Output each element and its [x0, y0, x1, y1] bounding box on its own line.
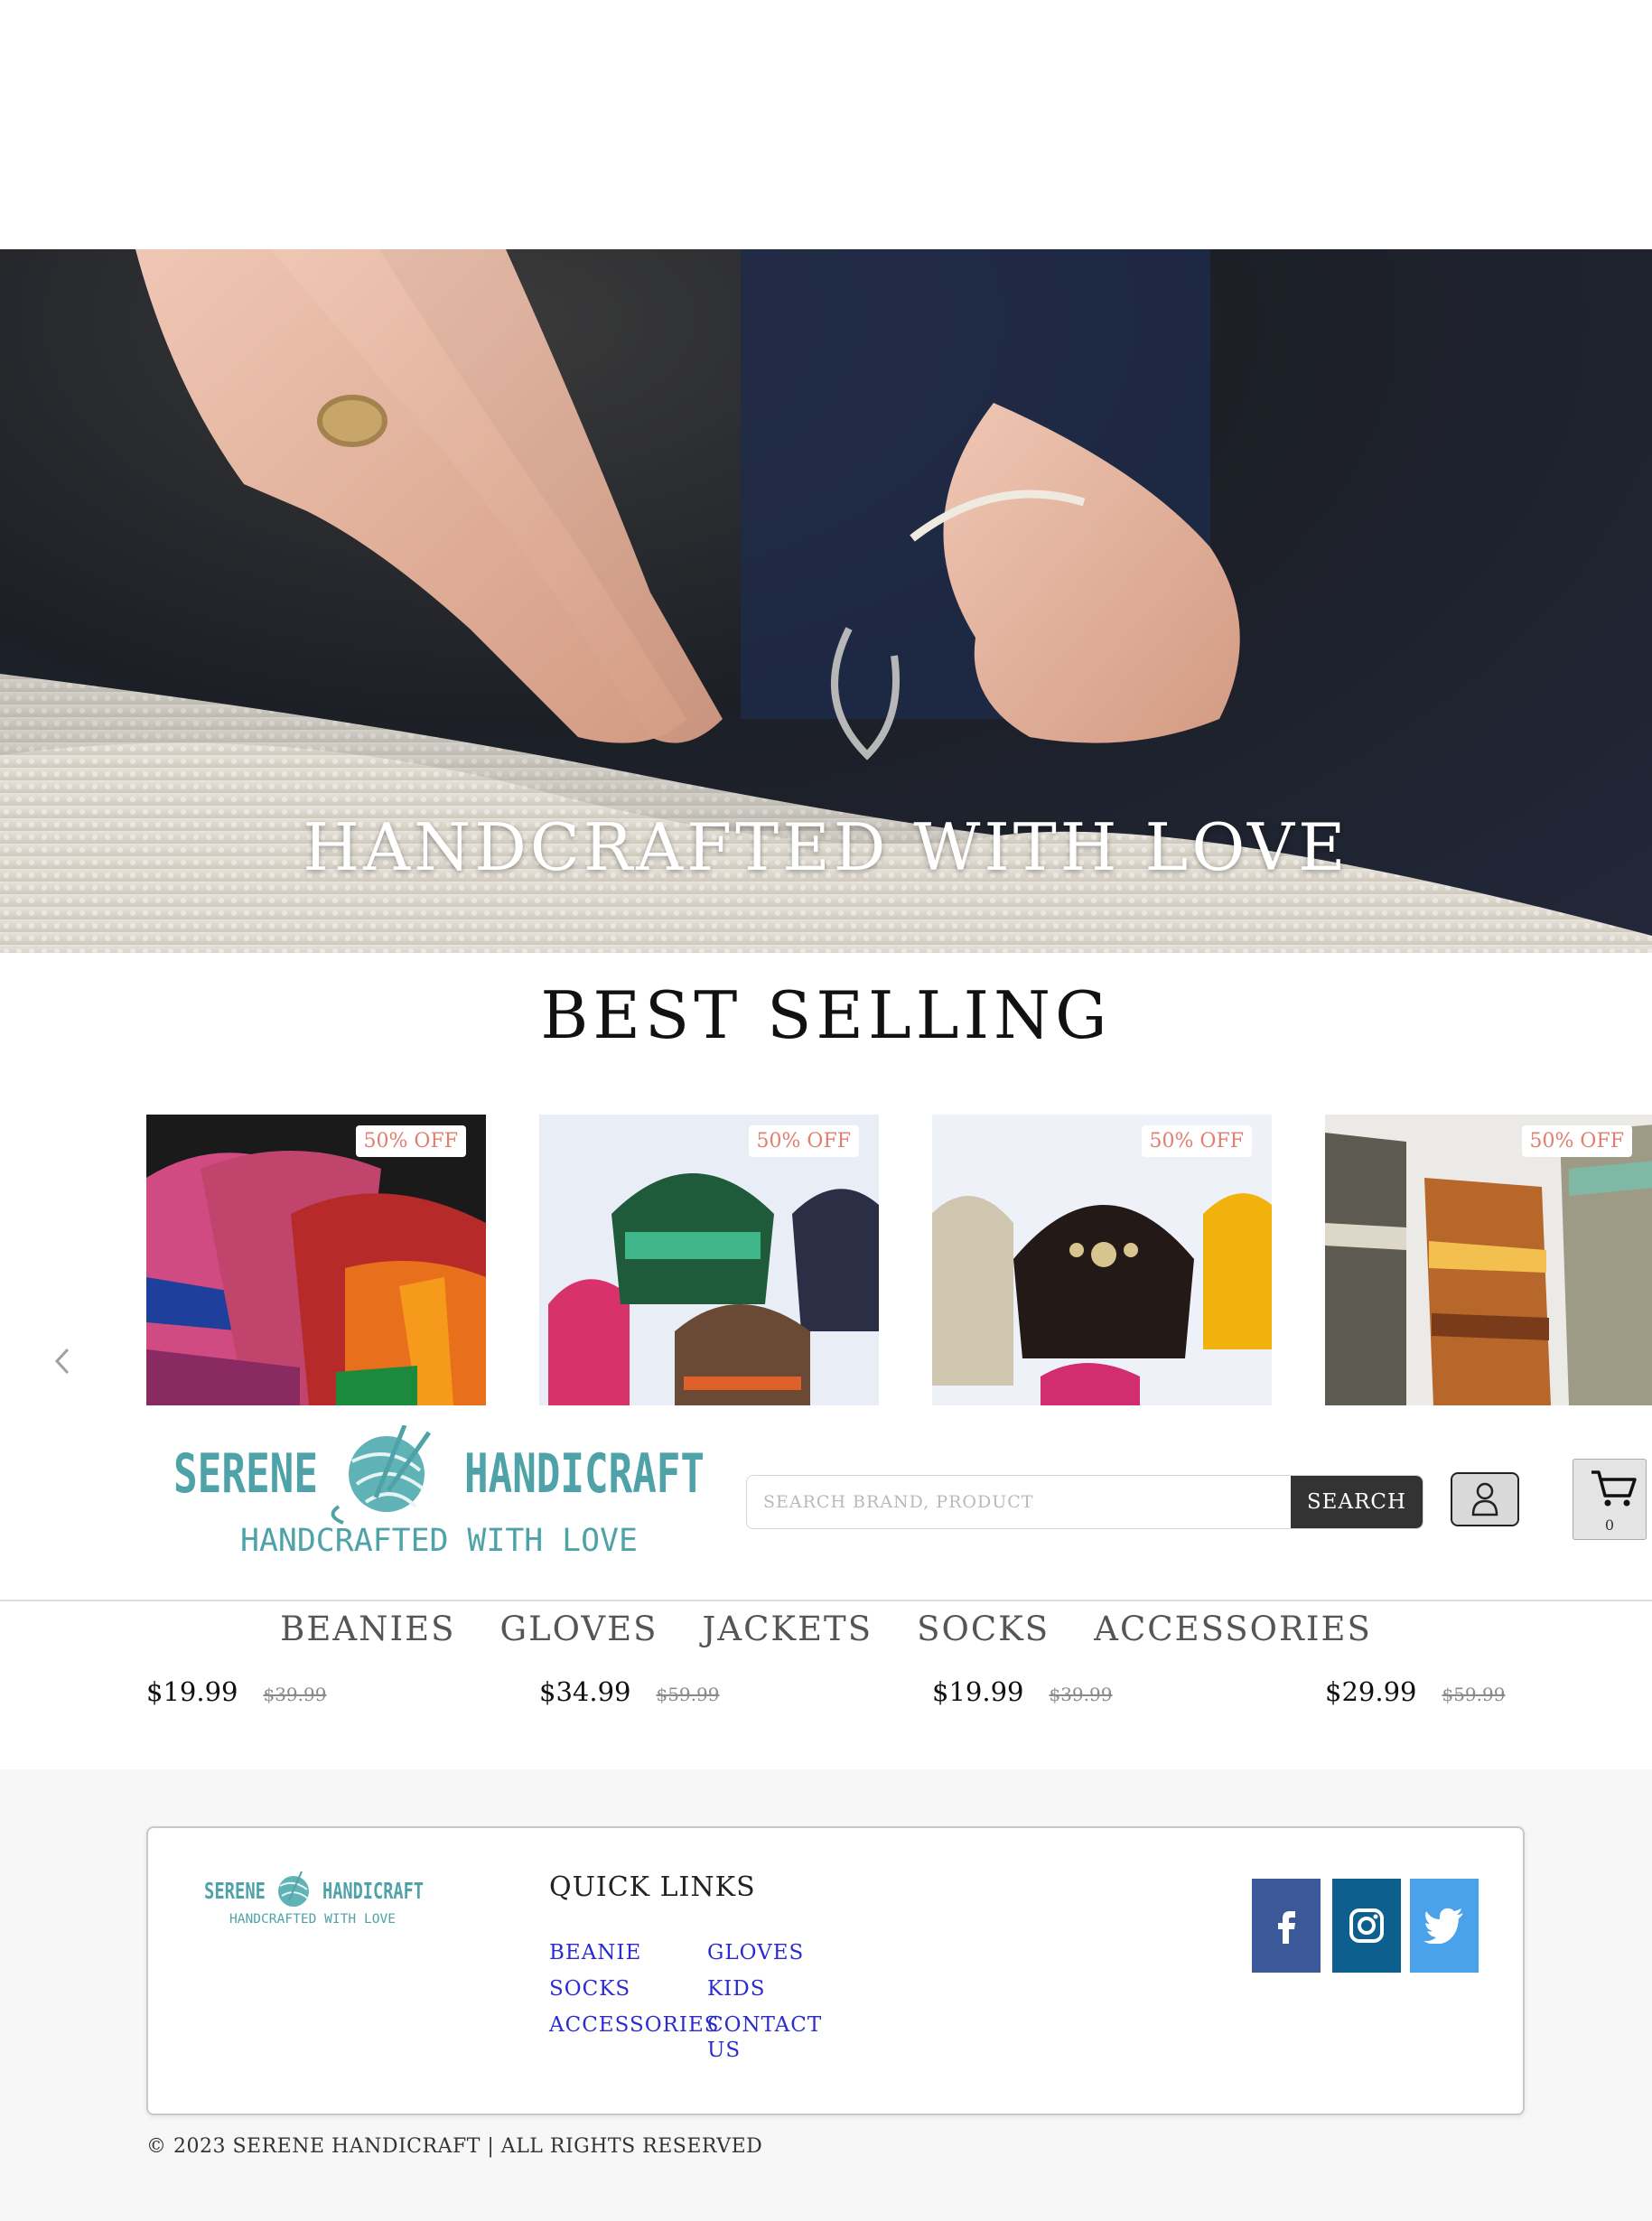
logo-name-left: SERENE: [173, 1442, 318, 1506]
product-card[interactable]: 50% OFF: [539, 1115, 879, 1405]
discount-badge: 50% OFF: [748, 1125, 859, 1157]
footer-logo-name-left: SERENE: [204, 1878, 266, 1904]
nav-item-beanies[interactable]: BEANIES: [280, 1610, 455, 1648]
footer-link-gloves[interactable]: GLOVES: [707, 1940, 838, 1965]
cart-button[interactable]: 0: [1573, 1459, 1647, 1540]
hero-banner: HANDCRAFTED WITH LOVE: [0, 249, 1652, 953]
user-icon: [1471, 1482, 1498, 1516]
product-card[interactable]: 50% OFF: [146, 1115, 486, 1405]
footer-card: SERENE HANDICRAFT HANDCRAFTED WITH LOVE …: [146, 1826, 1525, 2115]
best-selling-title: BEST SELLING: [540, 977, 1112, 1053]
footer-logo-name-right: HANDICRAFT: [322, 1878, 424, 1904]
footer-link-beanie[interactable]: BEANIE: [549, 1940, 707, 1965]
search-bar: SEARCH: [746, 1475, 1423, 1529]
sale-price: $19.99: [932, 1676, 1024, 1707]
original-price: $39.99: [1049, 1684, 1113, 1705]
search-input[interactable]: [747, 1476, 1291, 1528]
original-price: $59.99: [656, 1684, 720, 1705]
logo-tagline: HANDCRAFTED WITH LOVE: [240, 1523, 638, 1559]
twitter-button[interactable]: [1410, 1879, 1479, 1973]
nav-item-socks[interactable]: SOCKS: [917, 1610, 1050, 1648]
discount-badge: 50% OFF: [1141, 1125, 1252, 1157]
nav-item-accessories[interactable]: ACCESSORIES: [1094, 1610, 1372, 1648]
product-price: $19.99 $39.99: [932, 1676, 1112, 1707]
main-nav: BEANIES GLOVES JACKETS SOCKS ACCESSORIES: [0, 1610, 1652, 1648]
original-price: $39.99: [263, 1684, 327, 1705]
yarn-ball-icon: [331, 1424, 432, 1525]
product-price: $34.99 $59.99: [539, 1676, 719, 1707]
footer-link-socks[interactable]: SOCKS: [549, 1976, 707, 2002]
original-price: $59.99: [1442, 1684, 1506, 1705]
instagram-button[interactable]: [1332, 1879, 1401, 1973]
footer-link-contact-us[interactable]: CONTACT US: [707, 2012, 838, 2063]
sale-price: $34.99: [539, 1676, 631, 1707]
footer-link-kids[interactable]: KIDS: [707, 1976, 838, 2002]
copyright-text: © 2023 SERENE HANDICRAFT | ALL RIGHTS RE…: [146, 2135, 763, 2158]
product-price: $19.99 $39.99: [146, 1676, 326, 1707]
product-image: [1325, 1115, 1652, 1405]
site-logo[interactable]: SERENE HANDICRAFT HANDCRAFTED WITH LOVE: [172, 1424, 714, 1561]
product-card[interactable]: 50% OFF: [1325, 1115, 1652, 1405]
instagram-icon: [1349, 1908, 1384, 1943]
header-divider: [0, 1600, 1652, 1601]
product-price: $29.99 $59.99: [1325, 1676, 1505, 1707]
footer-logo-tagline: HANDCRAFTED WITH LOVE: [229, 1912, 396, 1927]
nav-item-jackets[interactable]: JACKETS: [703, 1610, 873, 1648]
product-image: [932, 1115, 1272, 1405]
nav-item-gloves[interactable]: GLOVES: [500, 1610, 658, 1648]
yarn-ball-icon: [278, 1871, 309, 1907]
twitter-icon: [1423, 1908, 1463, 1944]
discount-badge: 50% OFF: [1521, 1125, 1632, 1157]
facebook-button[interactable]: [1252, 1879, 1321, 1973]
search-button[interactable]: SEARCH: [1291, 1476, 1423, 1528]
product-card[interactable]: 50% OFF: [932, 1115, 1272, 1405]
footer-logo[interactable]: SERENE HANDICRAFT HANDCRAFTED WITH LOVE: [202, 1871, 428, 1944]
logo-name-right: HANDICRAFT: [464, 1442, 705, 1506]
sale-price: $19.99: [146, 1676, 238, 1707]
hero-title: HANDCRAFTED WITH LOVE: [303, 809, 1349, 885]
chevron-left-icon[interactable]: [52, 1346, 79, 1378]
footer-link-accessories[interactable]: ACCESSORIES: [549, 2012, 719, 2063]
sale-price: $29.99: [1325, 1676, 1417, 1707]
cart-count: 0: [1604, 1516, 1615, 1534]
user-account-button[interactable]: [1451, 1472, 1519, 1526]
facebook-icon: [1278, 1911, 1295, 1944]
product-image: [146, 1115, 486, 1405]
discount-badge: 50% OFF: [355, 1125, 466, 1157]
product-image: [539, 1115, 879, 1405]
quick-links: BEANIE GLOVES SOCKS KIDS ACCESSORIES CON…: [549, 1940, 838, 2063]
cart-icon: [1591, 1470, 1637, 1507]
quick-links-title: QUICK LINKS: [549, 1871, 756, 1903]
